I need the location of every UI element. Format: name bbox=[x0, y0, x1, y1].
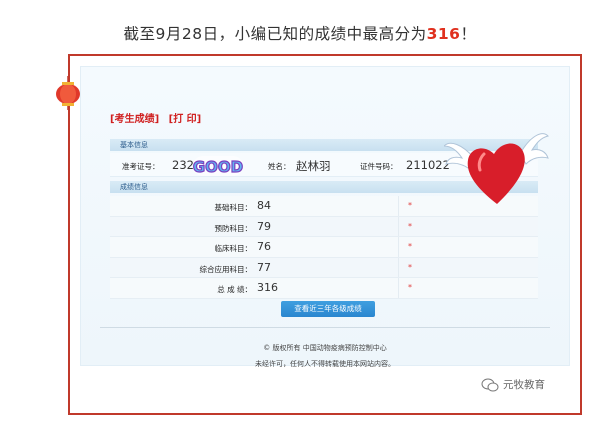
cell-divider bbox=[398, 237, 399, 257]
cell-divider bbox=[398, 216, 399, 236]
print-link[interactable]: [打 印] bbox=[169, 114, 202, 125]
score-value: 77 bbox=[257, 260, 271, 274]
headline-prefix: 截至9月28日，小编已知的成绩中最高分为 bbox=[123, 25, 427, 43]
score-table: 基础科目： 84 * 预防科目： 79 * 临床科目： 76 * 综合应用科目：… bbox=[110, 196, 538, 299]
score-mark: * bbox=[408, 221, 412, 231]
watermark: 元牧教育 bbox=[481, 377, 545, 392]
wechat-icon bbox=[481, 378, 499, 391]
top-links: [考生成绩] [打 印] bbox=[110, 110, 207, 125]
score-label: 预防科目： bbox=[214, 223, 253, 233]
watermark-text: 元牧教育 bbox=[503, 379, 545, 391]
score-label: 综合应用科目： bbox=[199, 264, 253, 274]
score-row-applied: 综合应用科目： 77 * bbox=[110, 257, 538, 278]
score-value: 84 bbox=[257, 199, 271, 212]
good-sticker-icon: GOOD bbox=[192, 156, 244, 177]
exam-no-value: 232 bbox=[172, 158, 194, 172]
id-label: 证件号码： bbox=[360, 162, 398, 171]
cell-divider bbox=[398, 257, 399, 277]
footer-notice: 未经许可，任何人不得转载使用本网站内容。 bbox=[255, 360, 395, 368]
score-label: 临床科目： bbox=[214, 244, 253, 253]
score-row-total: 总 成 绩： 316 * bbox=[110, 278, 538, 299]
results-link[interactable]: [考生成绩] bbox=[110, 114, 159, 125]
cell-divider bbox=[398, 196, 399, 216]
score-mark: * bbox=[408, 201, 412, 210]
score-label: 基础科目： bbox=[214, 203, 253, 212]
score-row-prevention: 预防科目： 79 * bbox=[110, 216, 538, 237]
score-label: 总 成 绩： bbox=[217, 285, 252, 294]
name-label: 姓名： bbox=[268, 162, 291, 171]
score-value: 316 bbox=[257, 281, 278, 294]
cell-divider bbox=[398, 278, 399, 298]
headline-score: 316 bbox=[426, 25, 461, 43]
name-value: 赵林羽 bbox=[296, 159, 331, 173]
winged-heart-icon bbox=[444, 133, 549, 204]
score-mark: * bbox=[408, 242, 412, 251]
screenshot-page: 截至9月28日，小编已知的成绩中最高分为316！ [考生成绩] [打 印] 基本… bbox=[0, 0, 600, 424]
score-row-clinical: 临床科目： 76 * bbox=[110, 237, 538, 258]
footer-copyright: © 版权所有 中国动物疫病预防控制中心 bbox=[263, 344, 387, 352]
exam-no-label: 准考证号： bbox=[122, 162, 160, 171]
footer-divider bbox=[100, 327, 550, 328]
score-mark: * bbox=[408, 283, 412, 292]
headline: 截至9月28日，小编已知的成绩中最高分为316！ bbox=[0, 22, 600, 44]
score-value: 76 bbox=[257, 240, 271, 253]
history-scores-button[interactable]: 查看近三年各级成绩 bbox=[281, 301, 375, 317]
good-sticker-text: GOOD bbox=[193, 158, 243, 176]
headline-suffix: ！ bbox=[460, 25, 477, 43]
score-value: 79 bbox=[257, 219, 271, 233]
score-mark: * bbox=[408, 262, 412, 272]
